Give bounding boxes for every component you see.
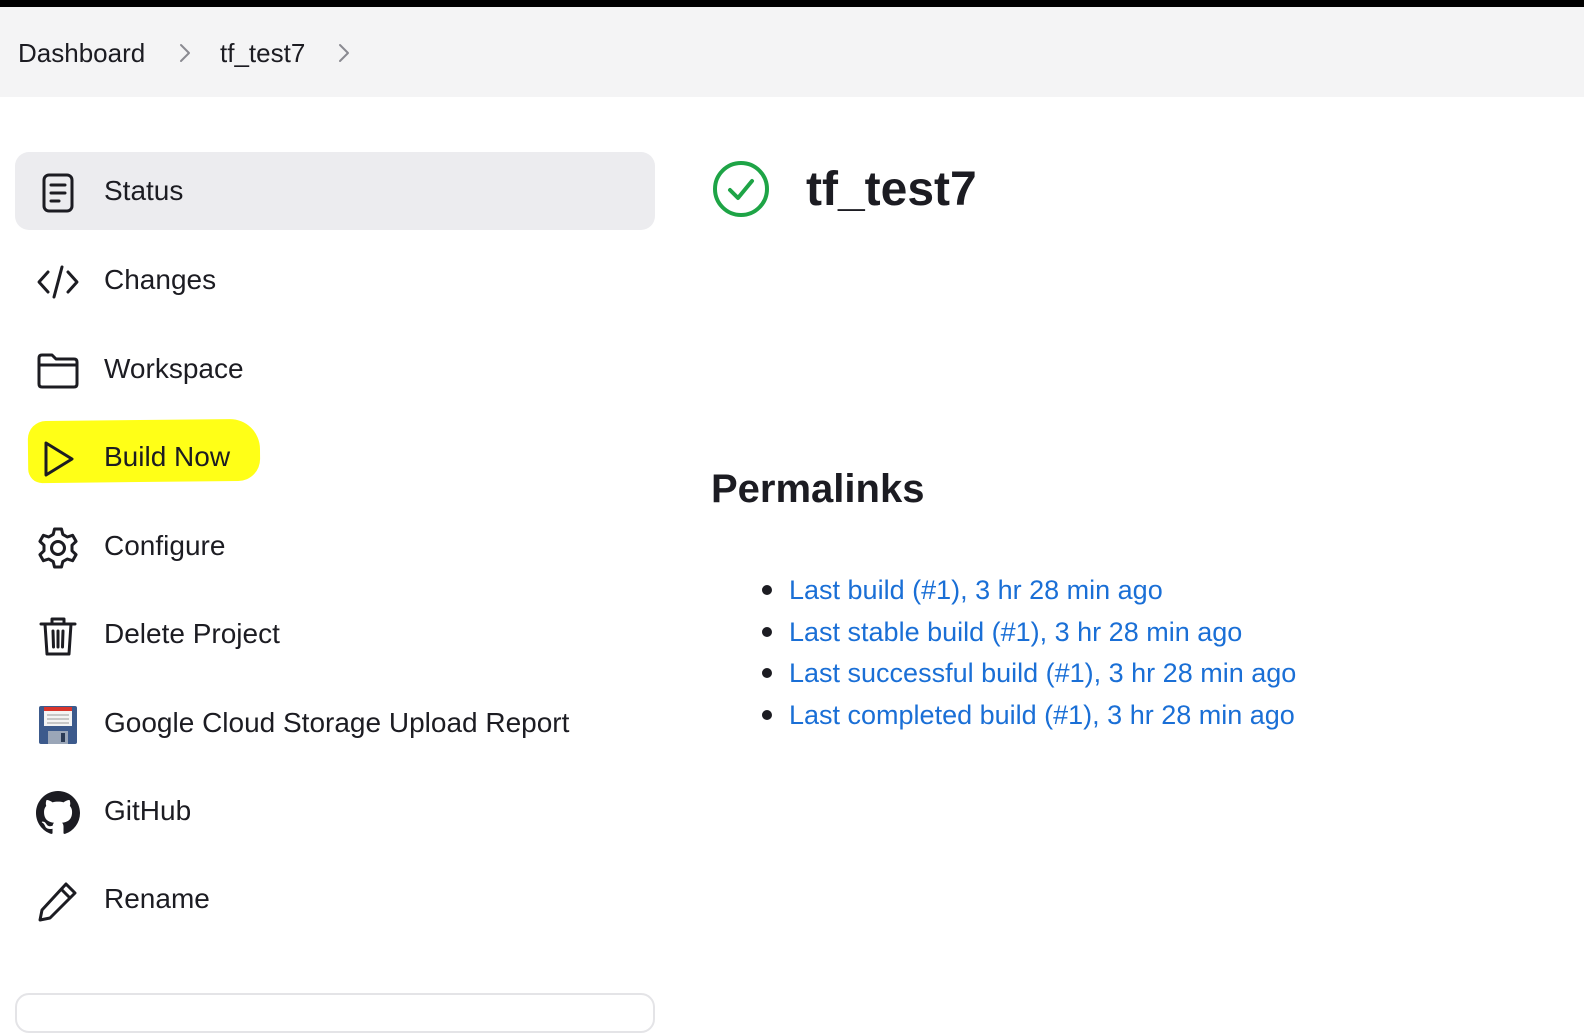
permalinks-heading: Permalinks	[711, 467, 925, 511]
sidebar-item-status[interactable]: Status	[15, 152, 655, 230]
sidebar-item-label: Workspace	[104, 353, 244, 384]
floppy-disk-icon	[39, 706, 77, 744]
success-check-icon	[713, 161, 769, 217]
gear-icon	[38, 527, 78, 569]
sidebar-item-github[interactable]: GitHub	[15, 772, 655, 850]
sidebar-item-label: Configure	[104, 530, 226, 561]
sidebar-item-changes[interactable]: Changes	[15, 241, 655, 319]
breadcrumb-job[interactable]: tf_test7	[220, 37, 305, 69]
sidebar-item-delete-project[interactable]: Delete Project	[15, 595, 655, 673]
bullet	[762, 585, 772, 595]
trash-icon	[39, 617, 77, 656]
sidebar-item-label: GitHub	[104, 795, 192, 826]
list-item: Last successful build (#1), 3 hr 28 min …	[750, 653, 1296, 695]
sidebar-item-gcs-upload-report[interactable]: Google Cloud Storage Upload Report	[15, 684, 655, 762]
chevron-right-icon[interactable]	[332, 41, 356, 65]
bullet	[762, 710, 772, 721]
sidebar-item-label: Status	[104, 175, 184, 206]
top-bar	[0, 0, 1584, 7]
sidebar-item-label: Build Now	[104, 441, 231, 472]
sidebar-item-workspace[interactable]: Workspace	[15, 330, 655, 408]
permalink-last-build[interactable]: Last build (#1), 3 hr 28 min ago	[789, 575, 1163, 605]
bullet	[762, 668, 772, 679]
pencil-icon	[38, 882, 77, 922]
folder-icon	[37, 353, 79, 389]
list-item: Last stable build (#1), 3 hr 28 min ago	[750, 612, 1296, 654]
sidebar-item-label: Google Cloud Storage Upload Report	[104, 707, 570, 738]
breadcrumb: Dashboard tf_test7	[0, 7, 1584, 97]
permalink-last-successful-build[interactable]: Last successful build (#1), 3 hr 28 min …	[789, 658, 1296, 688]
play-icon	[44, 441, 74, 477]
sidebar-bottom-panel	[15, 993, 655, 1033]
sidebar-item-rename[interactable]: Rename	[15, 860, 655, 938]
sidebar-item-build-now[interactable]: Build Now	[15, 418, 655, 496]
sidebar-item-configure[interactable]: Configure	[15, 507, 655, 585]
permalink-last-stable-build[interactable]: Last stable build (#1), 3 hr 28 min ago	[789, 617, 1242, 647]
sidebar-item-label: Rename	[104, 883, 210, 914]
page-title: tf_test7	[806, 163, 977, 216]
list-item: Last completed build (#1), 3 hr 28 min a…	[750, 695, 1296, 737]
code-icon	[37, 265, 79, 299]
github-icon	[36, 791, 80, 834]
permalinks-list: Last build (#1), 3 hr 28 min ago Last st…	[750, 570, 1296, 737]
sidebar-item-label: Changes	[104, 264, 217, 295]
status-document-icon	[42, 173, 74, 213]
breadcrumb-dashboard[interactable]: Dashboard	[18, 37, 145, 69]
chevron-right-icon	[180, 44, 190, 62]
list-item: Last build (#1), 3 hr 28 min ago	[750, 570, 1296, 612]
permalink-last-completed-build[interactable]: Last completed build (#1), 3 hr 28 min a…	[789, 700, 1295, 730]
bullet	[762, 626, 772, 637]
sidebar-item-label: Delete Project	[104, 618, 280, 649]
